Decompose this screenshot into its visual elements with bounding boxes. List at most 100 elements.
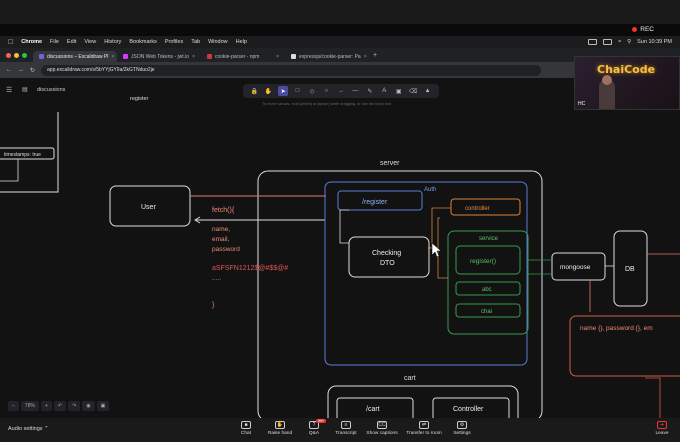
- cart-box: [327, 385, 519, 418]
- url-field[interactable]: app.excalidraw.com/s/5bYYjGY9a/2kGTNduo2…: [41, 64, 542, 76]
- close-brace: }: [212, 302, 215, 309]
- chat-button[interactable]: ■ Chat: [228, 421, 264, 436]
- tab-excalidraw[interactable]: discussions – Excalidraw Pl ×: [33, 51, 117, 62]
- pointer-icon[interactable]: ➤: [278, 86, 289, 96]
- status-icons: ≈ ⚲ Sun 10:39 PM: [588, 39, 672, 45]
- menu-window[interactable]: Window: [208, 39, 228, 45]
- menu-help[interactable]: Help: [236, 39, 247, 45]
- arrow-icon[interactable]: →: [336, 86, 346, 96]
- server-label: server: [380, 160, 400, 167]
- close-tab-icon[interactable]: ×: [192, 54, 195, 60]
- ellipse-icon[interactable]: ○: [321, 86, 331, 96]
- zoom-toolbar: Audio settings ⌃ ■ Chat ✋ Raise hand ? 9…: [0, 418, 680, 442]
- rectangle-icon[interactable]: □: [293, 86, 303, 96]
- tab-jwt[interactable]: JSON Web Tokens - jwt.io ×: [117, 51, 201, 62]
- register-route: /register: [362, 199, 388, 206]
- mongoose-label: mongoose: [560, 264, 591, 271]
- webcam-video[interactable]: ChaiCode HC: [574, 56, 680, 110]
- menu-history[interactable]: History: [104, 39, 121, 45]
- dto-text: DTO: [380, 260, 395, 267]
- auth-label: Auth: [424, 187, 436, 193]
- canvas-hint: To move canvas, hold [wheel] or [space] …: [262, 102, 391, 106]
- forward-icon[interactable]: →: [18, 67, 24, 73]
- user-label: User: [141, 204, 156, 211]
- hand-icon: ✋: [275, 421, 285, 429]
- wifi-icon[interactable]: ≈: [618, 39, 621, 45]
- zoom-level[interactable]: 78%: [20, 401, 39, 411]
- excalidraw-canvas[interactable]: timestamps: true register server User fe…: [0, 78, 680, 418]
- gear-icon: ⚙: [457, 421, 467, 429]
- battery-icon[interactable]: [588, 39, 598, 45]
- tab-github[interactable]: expressjs/cookie-parser: Pa ×: [285, 51, 369, 62]
- app-menu[interactable]: Chrome: [21, 39, 42, 45]
- register-fn: register(): [470, 258, 496, 265]
- diamond-icon[interactable]: ◇: [307, 86, 317, 96]
- pencil-icon[interactable]: ✎: [365, 86, 375, 96]
- participant-name: HC: [578, 101, 586, 107]
- db-label: DB: [625, 266, 635, 273]
- zoom-controls: − 78% + ↶ ↷ ◉ ▣: [8, 401, 110, 411]
- image-icon[interactable]: ▣: [394, 86, 404, 96]
- menu-tab[interactable]: Tab: [191, 39, 200, 45]
- redo-button[interactable]: ↷: [68, 401, 81, 411]
- github-favicon: [291, 54, 296, 59]
- zoom-in-button[interactable]: +: [40, 401, 52, 411]
- qa-button[interactable]: ? 99+ Q&A: [296, 419, 332, 436]
- close-window-icon[interactable]: [6, 52, 11, 58]
- qa-badge: 99+: [316, 419, 326, 423]
- menu-view[interactable]: View: [84, 39, 96, 45]
- audio-settings-button[interactable]: Audio settings ⌃: [8, 426, 49, 432]
- chat-icon: ■: [241, 421, 251, 429]
- close-tab-icon[interactable]: ×: [276, 54, 279, 60]
- checking-dto-box: [348, 236, 430, 278]
- new-tab-icon[interactable]: +: [373, 52, 377, 59]
- menu-file[interactable]: File: [50, 39, 59, 45]
- excalidraw-toolbar: 🔒 ✋ ➤ □ ◇ ○ → — ✎ A ▣ ⌫ ▲: [243, 84, 439, 98]
- close-tab-icon[interactable]: ×: [364, 54, 367, 60]
- library-icon[interactable]: ▲: [423, 86, 433, 96]
- screen: REC  Chrome File Edit View History Book…: [0, 0, 680, 442]
- service-label: service: [479, 236, 499, 242]
- close-tab-icon[interactable]: ×: [111, 54, 114, 60]
- layers-icon[interactable]: ▤: [22, 86, 28, 93]
- line-icon[interactable]: —: [350, 86, 360, 96]
- file-name[interactable]: discussions: [37, 87, 65, 93]
- tab-title: JSON Web Tokens - jwt.io: [131, 53, 189, 60]
- clock[interactable]: Sun 10:39 PM: [637, 39, 672, 45]
- leave-button[interactable]: ➜ Leave: [644, 421, 680, 436]
- mouse-cursor-icon: [431, 242, 442, 258]
- reload-icon[interactable]: ↻: [30, 67, 35, 74]
- back-icon[interactable]: ←: [6, 67, 12, 73]
- excalidraw-favicon: [39, 54, 44, 59]
- raise-hand-button[interactable]: ✋ Raise hand: [262, 421, 298, 436]
- controller-label: controller: [465, 206, 490, 212]
- search-icon[interactable]: ⚲: [627, 39, 631, 45]
- field-email: email,: [212, 236, 230, 243]
- transcript-button[interactable]: ≡ Transcript: [328, 421, 364, 436]
- text-icon[interactable]: A: [379, 86, 389, 96]
- maximize-window-icon[interactable]: [22, 52, 27, 58]
- feedback-icon[interactable]: ◉: [82, 401, 95, 411]
- transfer-to-room-button[interactable]: ⇄ Transfer to room: [406, 421, 442, 436]
- zoom-out-button[interactable]: −: [8, 401, 19, 411]
- settings-button[interactable]: ⚙ Settings: [444, 421, 480, 436]
- abc-label: abc: [482, 287, 492, 293]
- register-caption: register: [130, 96, 149, 102]
- library-button[interactable]: ▣: [96, 401, 110, 411]
- undo-button[interactable]: ↶: [53, 401, 67, 411]
- diagram: timestamps: true register server User fe…: [0, 96, 680, 418]
- apple-icon[interactable]: : [8, 39, 13, 46]
- show-captions-button[interactable]: CC Show captions: [364, 421, 400, 436]
- eraser-icon[interactable]: ⌫: [408, 86, 418, 96]
- lock-icon[interactable]: 🔒: [249, 86, 259, 96]
- menu-bookmarks[interactable]: Bookmarks: [129, 39, 157, 45]
- cart-route: /cart: [366, 406, 380, 413]
- zoom-top-band: [0, 0, 680, 24]
- menu-profiles[interactable]: Profiles: [165, 39, 183, 45]
- minimize-window-icon[interactable]: [14, 52, 19, 58]
- tab-npm[interactable]: cookie-parser - npm ×: [201, 51, 285, 62]
- display-icon[interactable]: [603, 39, 613, 45]
- hand-icon[interactable]: ✋: [264, 86, 274, 96]
- hamburger-menu-icon[interactable]: ☰: [6, 86, 18, 96]
- menu-edit[interactable]: Edit: [67, 39, 76, 45]
